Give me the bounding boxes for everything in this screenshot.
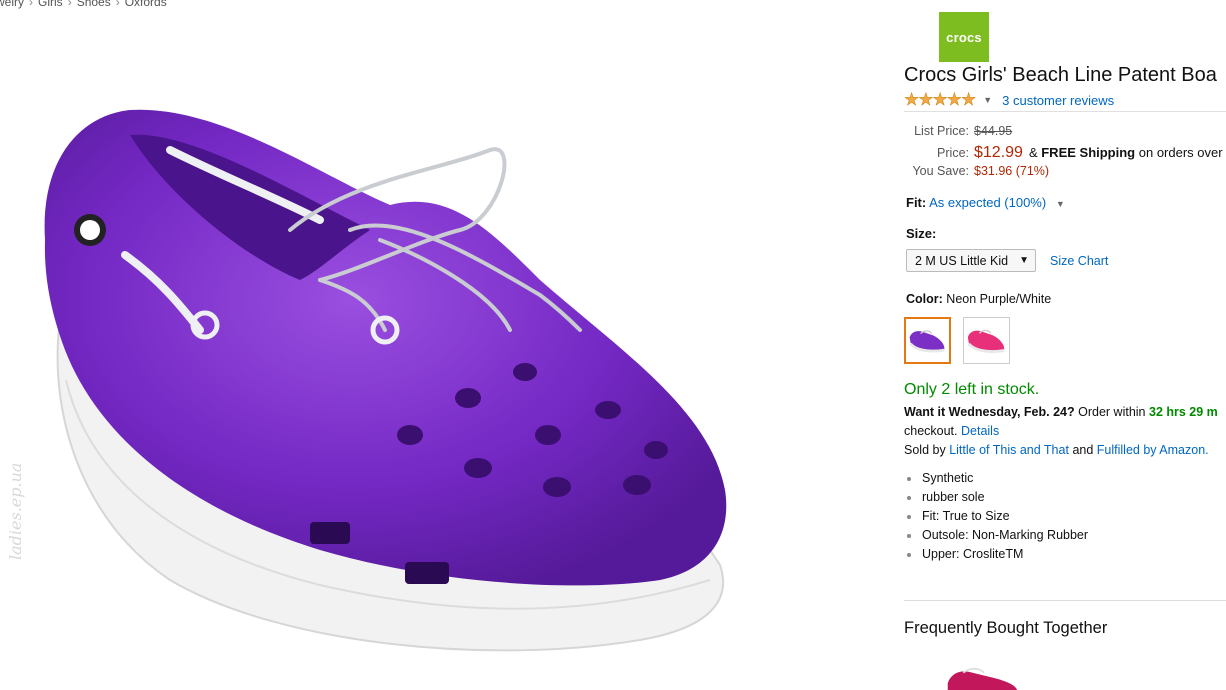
you-save-row: You Save: $31.96 (71%) (904, 164, 1223, 184)
shoe-thumbnail-icon (909, 330, 945, 353)
countdown-time: 32 hrs 29 m (1149, 405, 1218, 419)
breadcrumb-separator: › (29, 0, 34, 9)
size-selected-value: 2 M US Little Kid (915, 253, 1009, 268)
star-rating-icon[interactable]: ★★★★★ (904, 90, 977, 110)
list-price-row: List Price: $44.95 (904, 124, 1223, 144)
details-link[interactable]: Details (961, 424, 999, 438)
brand-logo[interactable]: crocs (939, 12, 989, 62)
color-row: Color: Neon Purple/White (906, 292, 1051, 306)
rating-row: ★★★★★ ▼ 3 customer reviews (904, 90, 1114, 110)
product-title: Crocs Girls' Beach Line Patent Boa (904, 64, 1217, 86)
feature-item: Outsole: Non-Marking Rubber (906, 526, 1088, 545)
fit-label: Fit: (906, 195, 927, 210)
related-product-thumbnail[interactable] (940, 664, 1030, 690)
breadcrumb-shoes[interactable]: Shoes (77, 0, 111, 9)
dropdown-arrow-icon: ▼ (1019, 255, 1029, 266)
feature-item: Fit: True to Size (906, 507, 1088, 526)
color-label: Color: (906, 292, 943, 306)
breadcrumb-oxfords[interactable]: Oxfords (125, 0, 167, 9)
size-label: Size: (906, 226, 937, 241)
product-main-image[interactable] (20, 80, 750, 680)
shipping-rest: on orders over (1138, 145, 1223, 160)
you-save-label: You Save: (912, 164, 969, 178)
price-value: $12.99 (974, 144, 1023, 161)
watermark: ladies.ep.ua (6, 462, 25, 560)
price-label: Price: (937, 146, 969, 160)
checkout-line: checkout. Details (904, 422, 1218, 441)
delivery-date: Want it Wednesday, Feb. 24? (904, 405, 1075, 419)
feature-item: Upper: CrosliteTM (906, 545, 1088, 564)
price-row: Price: $12.99 & FREE Shipping on orders … (904, 144, 1223, 164)
color-value: Neon Purple/White (946, 292, 1052, 306)
stock-status: Only 2 left in stock. (904, 381, 1040, 398)
delivery-line: Want it Wednesday, Feb. 24? Order within… (904, 403, 1218, 422)
customer-reviews-link[interactable]: 3 customer reviews (1002, 93, 1114, 108)
seller-link[interactable]: Little of This and That (949, 443, 1069, 457)
frequently-bought-together-heading: Frequently Bought Together (904, 619, 1108, 637)
list-price-label: List Price: (914, 124, 969, 138)
chevron-down-icon[interactable]: ▼ (983, 95, 992, 105)
breadcrumb-separator: › (115, 0, 120, 9)
shipping-amp: & (1028, 145, 1038, 160)
shipping-info: & FREE Shipping on orders over (1029, 145, 1223, 160)
breadcrumb-separator: › (67, 0, 72, 9)
feature-bullets: Synthetic rubber sole Fit: True to Size … (906, 469, 1088, 564)
sold-by-text: Sold by (904, 443, 946, 457)
breadcrumb-girls[interactable]: Girls (38, 0, 63, 9)
color-swatch-pink[interactable] (963, 317, 1010, 364)
product-details: crocs Crocs Girls' Beach Line Patent Boa… (904, 0, 1226, 690)
breadcrumb-jewelry[interactable]: welry (0, 0, 24, 9)
fit-row: Fit: As expected (100%) ▼ (906, 195, 1065, 210)
chevron-down-icon[interactable]: ▼ (1056, 199, 1065, 209)
order-within-text: Order within (1078, 405, 1146, 419)
color-swatch-purple[interactable] (904, 317, 951, 364)
list-price-value: $44.95 (974, 124, 1013, 138)
free-shipping-label: FREE Shipping (1041, 145, 1136, 160)
fulfilled-by-amazon-link[interactable]: Fulfilled by Amazon. (1097, 443, 1209, 457)
divider (904, 111, 1226, 112)
feature-item: rubber sole (906, 488, 1088, 507)
you-save-value: $31.96 (71%) (974, 164, 1050, 178)
sold-by-line: Sold by Little of This and That and Fulf… (904, 441, 1218, 460)
checkout-text: checkout. (904, 424, 958, 438)
size-select[interactable]: 2 M US Little Kid ▼ (906, 249, 1036, 272)
price-block: List Price: $44.95 Price: $12.99 & FREE … (904, 124, 1223, 184)
and-text: and (1072, 443, 1094, 457)
shoe-thumbnail-icon (967, 329, 1005, 353)
size-chart-link[interactable]: Size Chart (1050, 254, 1108, 268)
breadcrumb: welry › Girls › Shoes › Oxfords (0, 0, 167, 9)
divider (904, 600, 1226, 601)
feature-item: Synthetic (906, 469, 1088, 488)
delivery-info: Want it Wednesday, Feb. 24? Order within… (904, 403, 1218, 460)
fit-value-link[interactable]: As expected (100%) (929, 195, 1046, 210)
